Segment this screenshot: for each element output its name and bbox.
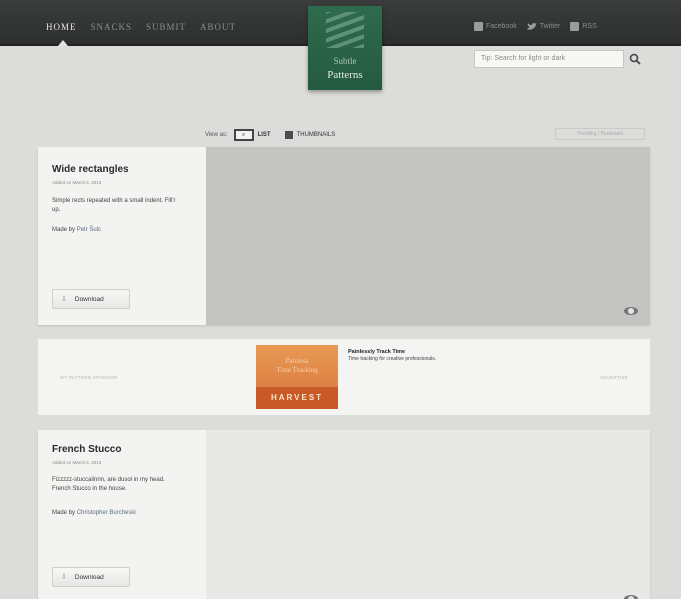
pattern-preview[interactable] [206, 430, 650, 599]
harvest-ad[interactable]: Painless Time Tracking HARVEST [256, 345, 338, 409]
sponsor-banner: MY PATTERN SPONSOR Painless Time Trackin… [38, 339, 650, 415]
list-icon: ≡ [233, 129, 254, 141]
ad-body: Time tracking for creative professionals… [348, 355, 437, 362]
ad-headline[interactable]: Painlessly Track Time [348, 349, 405, 355]
author-link[interactable]: Christopher Burcheski [77, 510, 136, 516]
credit-label: Made by [52, 227, 76, 233]
twitter-label: Twitter [539, 23, 561, 30]
download-button[interactable]: ⇩ Download [52, 567, 130, 587]
ad-copy: Painlessly Track Time Time tracking for … [348, 349, 448, 362]
download-icon: ⇩ [61, 574, 67, 581]
eye-icon[interactable] [624, 307, 638, 315]
pattern-card: Wide rectangles Added on March 6, 2013 S… [38, 147, 650, 325]
view-switcher: View as: ≡ LIST THUMBNAILS [205, 129, 335, 141]
rss-icon [570, 22, 580, 31]
facebook-icon [474, 22, 483, 31]
trending-button[interactable]: Trending / Bookmark [555, 128, 645, 140]
search-input[interactable]: Tip: Search for light or dark [474, 50, 624, 68]
pattern-info: French Stucco Added on March 6, 2013 Fiz… [38, 430, 206, 599]
pattern-title[interactable]: French Stucco [52, 444, 121, 455]
logo-line-2: Patterns [327, 69, 363, 81]
search-button[interactable] [626, 50, 644, 68]
pattern-card: French Stucco Added on March 6, 2013 Fiz… [38, 430, 650, 599]
nav-about[interactable]: ABOUT [200, 22, 236, 32]
thumbnails-icon [284, 131, 293, 139]
nav-home[interactable]: HOME [46, 22, 77, 32]
nav-snacks[interactable]: SNACKS [91, 22, 133, 32]
nav-submit[interactable]: SUBMIT [146, 22, 186, 32]
advertise-link[interactable]: ADVERTISE [600, 375, 628, 380]
pattern-date: Added on March 6, 2013 [52, 460, 102, 465]
rss-link[interactable]: RSS [570, 22, 597, 31]
site-logo[interactable]: Subtle Patterns [308, 6, 382, 90]
social-links: Facebook Twitter RSS [474, 22, 597, 31]
main-nav: HOME SNACKS SUBMIT ABOUT [46, 22, 236, 32]
author-link[interactable]: Petr Šulc [77, 227, 101, 233]
facebook-link[interactable]: Facebook [474, 22, 517, 31]
pattern-credit: Made by Petr Šulc [52, 227, 101, 233]
pattern-date: Added on March 6, 2013 [52, 180, 102, 185]
pattern-title[interactable]: Wide rectangles [52, 164, 129, 175]
download-icon: ⇩ [61, 296, 67, 303]
pattern-credit: Made by Christopher Burcheski [52, 510, 136, 516]
twitter-link[interactable]: Twitter [526, 22, 561, 31]
ad-brand: HARVEST [256, 387, 338, 409]
pattern-description: Simple rects repeated with a small inden… [52, 198, 176, 213]
ad-line-2: Time Tracking [276, 366, 318, 374]
pattern-info: Wide rectangles Added on March 6, 2013 S… [38, 147, 206, 325]
rss-label: RSS [582, 23, 597, 30]
page: HOME SNACKS SUBMIT ABOUT Facebook Twitte… [0, 0, 681, 599]
view-list-label: LIST [257, 132, 271, 138]
pattern-preview[interactable] [206, 147, 650, 325]
view-label: View as: [205, 132, 228, 138]
twitter-icon [526, 22, 537, 30]
logo-line-1: Subtle [333, 56, 357, 66]
download-label: Download [74, 573, 104, 581]
pattern-description: Fizzzzz-stuccalinnn, are dusol in my hea… [52, 477, 165, 492]
view-thumbnails-label: THUMBNAILS [296, 132, 336, 138]
download-button[interactable]: ⇩ Download [52, 289, 130, 309]
search-icon [629, 53, 641, 65]
credit-label: Made by [52, 510, 76, 516]
nav-active-marker [58, 40, 68, 46]
download-label: Download [74, 295, 104, 303]
ad-line-1: Painless [285, 357, 309, 365]
eye-icon[interactable] [624, 595, 638, 599]
view-thumbnails-option[interactable]: THUMBNAILS [284, 131, 336, 139]
facebook-label: Facebook [486, 23, 517, 30]
sponsor-label: MY PATTERN SPONSOR [60, 375, 118, 380]
view-list-option[interactable]: ≡ LIST [233, 129, 271, 141]
logo-stripes-icon [326, 12, 364, 48]
